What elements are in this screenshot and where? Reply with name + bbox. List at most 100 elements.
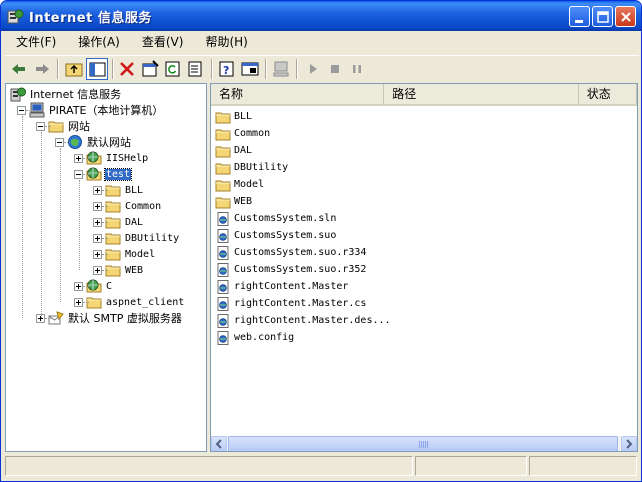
list-item[interactable]: CustomsSystem.suo.r352 <box>215 261 366 278</box>
expand-plus-icon[interactable] <box>93 265 102 275</box>
tree-connector <box>22 116 23 318</box>
list-item[interactable]: CustomsSystem.suo <box>215 227 336 244</box>
folder-icon <box>215 143 231 159</box>
title-bar[interactable]: Internet 信息服务 <box>1 1 641 31</box>
forward-button[interactable] <box>31 58 53 80</box>
tree-node[interactable]: Internet 信息服务 <box>10 86 122 102</box>
list-item[interactable]: CustomsSystem.sln <box>215 210 336 227</box>
horizontal-scrollbar[interactable] <box>211 436 637 451</box>
tree-node[interactable]: C <box>74 278 113 294</box>
tree-node-label: Internet 信息服务 <box>30 88 122 101</box>
list-item[interactable]: BLL <box>215 108 252 125</box>
tree-node[interactable]: BLL <box>93 182 144 198</box>
expand-plus-icon[interactable] <box>93 185 102 195</box>
tree-node[interactable]: DAL <box>93 214 144 230</box>
properties-button[interactable] <box>139 58 161 80</box>
tree-connector <box>26 110 32 111</box>
collapse-minus-icon[interactable] <box>17 105 26 115</box>
close-icon <box>621 12 631 22</box>
expand-plus-icon[interactable] <box>93 201 102 211</box>
pause-button[interactable] <box>346 58 368 80</box>
arrow-right-icon <box>626 439 633 449</box>
tree-connector <box>102 254 108 255</box>
list-item-name: WEB <box>234 196 253 207</box>
toolbar-separator <box>57 59 59 79</box>
list-item[interactable]: WEB <box>215 193 252 210</box>
expand-plus-icon[interactable] <box>74 297 83 307</box>
toolbar-separator <box>211 59 213 79</box>
toolbar-separator <box>265 59 267 79</box>
expand-plus-icon[interactable] <box>74 153 83 163</box>
tree-connector <box>83 174 89 175</box>
maximize-icon <box>597 11 609 23</box>
tree-node[interactable]: WEB <box>93 262 144 278</box>
details-list[interactable]: 名称 路径 状态 BLL Common DAL DBUtility Model WEB Cu… <box>210 83 638 452</box>
console-tree-button[interactable] <box>239 58 261 80</box>
delete-x-icon <box>120 62 134 76</box>
iis-app-icon <box>6 7 24 25</box>
maximize-button[interactable] <box>592 6 613 27</box>
list-item[interactable]: Model <box>215 176 264 193</box>
menu-view[interactable]: 查看(V) <box>131 33 195 52</box>
column-status[interactable]: 状态 <box>579 84 637 104</box>
folder-icon <box>215 109 231 125</box>
collapse-minus-icon[interactable] <box>55 137 64 147</box>
tree-node[interactable]: PIRATE（本地计算机） <box>17 102 164 118</box>
scroll-left-button[interactable] <box>211 436 227 451</box>
up-level-button[interactable] <box>63 58 85 80</box>
refresh-icon <box>165 61 180 77</box>
export-list-icon <box>188 61 202 77</box>
folder-up-icon <box>65 63 83 77</box>
column-path[interactable]: 路径 <box>384 84 579 104</box>
export-list-button[interactable] <box>185 58 207 80</box>
menu-action[interactable]: 操作(A) <box>67 33 131 52</box>
status-cell-2 <box>415 456 527 476</box>
back-button[interactable] <box>8 58 30 80</box>
toolbar-separator <box>296 59 298 79</box>
close-button[interactable] <box>615 6 636 27</box>
minimize-button[interactable] <box>569 6 590 27</box>
console-tree[interactable]: Internet 信息服务 PIRATE（本地计算机） 网站 默认网站 IISHelp t… <box>5 83 207 452</box>
expand-plus-icon[interactable] <box>93 217 102 227</box>
tree-node[interactable]: 默认 SMTP 虚拟服务器 <box>36 310 183 326</box>
collapse-minus-icon[interactable] <box>36 121 45 131</box>
list-item[interactable]: web.config <box>215 329 294 346</box>
play-icon <box>310 64 317 74</box>
tree-connector <box>83 158 89 159</box>
expand-plus-icon[interactable] <box>93 233 102 243</box>
file-icon <box>215 313 231 329</box>
list-item-name: CustomsSystem.suo <box>234 230 337 241</box>
tree-node-label: IISHelp <box>106 152 149 164</box>
help-button[interactable]: ? <box>216 58 238 80</box>
list-item[interactable]: DBUtility <box>215 159 288 176</box>
window-title: Internet 信息服务 <box>29 10 152 26</box>
scroll-right-button[interactable] <box>621 436 637 451</box>
refresh-button[interactable] <box>162 58 184 80</box>
menu-file[interactable]: 文件(F) <box>5 33 67 52</box>
delete-button[interactable] <box>116 58 138 80</box>
expand-plus-icon[interactable] <box>74 281 83 291</box>
list-item[interactable]: rightContent.Master <box>215 278 348 295</box>
minimize-icon <box>575 20 583 23</box>
stop-button[interactable] <box>324 58 346 80</box>
computer-icon <box>273 61 289 77</box>
list-item[interactable]: rightContent.Master.cs <box>215 295 366 312</box>
start-button[interactable] <box>302 58 324 80</box>
tree-node-label: WEB <box>125 264 144 276</box>
list-item[interactable]: Common <box>215 125 270 142</box>
tree-connector <box>45 318 51 319</box>
computer-button[interactable] <box>270 58 292 80</box>
list-item[interactable]: CustomsSystem.suo.r334 <box>215 244 366 261</box>
expand-plus-icon[interactable] <box>93 249 102 259</box>
folder-icon <box>215 177 231 193</box>
menu-help[interactable]: 帮助(H) <box>194 33 258 52</box>
tree-node[interactable]: aspnet_client <box>74 294 185 310</box>
list-item[interactable]: rightContent.Master.des... <box>215 312 391 329</box>
show-tree-button[interactable] <box>86 58 108 80</box>
column-name[interactable]: 名称 <box>211 84 385 104</box>
list-header: 名称 路径 状态 <box>211 84 637 106</box>
list-item[interactable]: DAL <box>215 142 252 159</box>
scroll-thumb[interactable] <box>228 436 618 451</box>
collapse-minus-icon[interactable] <box>74 169 83 179</box>
folder-icon <box>215 194 231 210</box>
